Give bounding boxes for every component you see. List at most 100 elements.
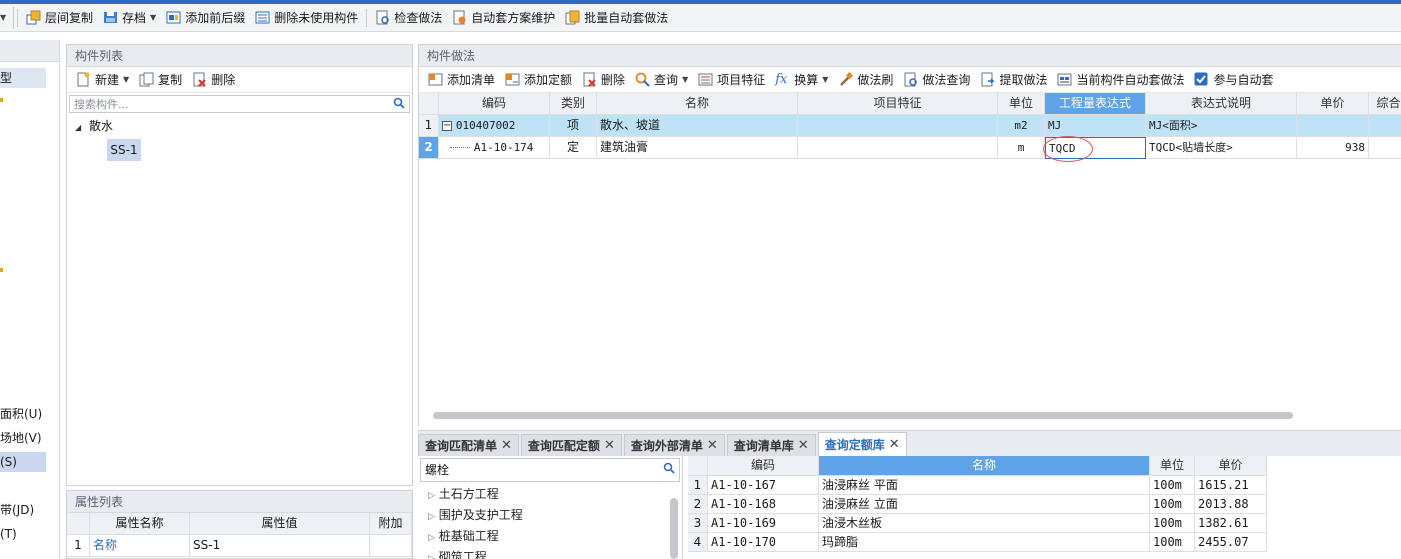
- left-nav-item[interactable]: 面积(U): [0, 404, 42, 424]
- quota-tree-node[interactable]: ▷ 砌筑工程: [428, 547, 523, 559]
- row-feature[interactable]: [798, 115, 998, 137]
- archive-label: 存档: [122, 11, 147, 25]
- close-icon[interactable]: ✕: [604, 435, 615, 457]
- toolbar-dropdown[interactable]: ▼: [0, 6, 14, 29]
- component-search-input[interactable]: 搜索构件...: [69, 95, 410, 113]
- close-icon[interactable]: ✕: [501, 435, 512, 457]
- tree-node-sanshui[interactable]: ◢ 散水: [67, 115, 412, 137]
- query-button[interactable]: 查询 ▼: [630, 69, 693, 91]
- left-nav-item[interactable]: (T): [0, 524, 17, 544]
- tab-query-quota-library[interactable]: 查询定额库 ✕: [817, 432, 907, 456]
- check-method-button[interactable]: 检查做法: [370, 7, 447, 29]
- method-query-button[interactable]: 做法查询: [898, 69, 975, 91]
- batch-auto-button[interactable]: 批量自动套做法: [560, 7, 673, 29]
- attribute-row-num: 1: [67, 535, 90, 557]
- close-icon[interactable]: ✕: [798, 435, 809, 457]
- tab-query-external-list[interactable]: 查询外部清单 ✕: [623, 434, 725, 457]
- method-row[interactable]: 1 − 010407002 项 散水、坡道 m2 MJ MJ<面积>: [419, 115, 1401, 137]
- row-code-cell[interactable]: A1-10-174: [439, 137, 550, 159]
- bullet-icon: [0, 268, 3, 272]
- chevron-right-icon[interactable]: ▷: [428, 554, 435, 559]
- attribute-row[interactable]: 1 名称 SS-1: [67, 535, 412, 557]
- add-quota-button[interactable]: 添加定额: [500, 69, 577, 91]
- join-auto-checkbox[interactable]: 参与自动套: [1189, 69, 1278, 91]
- close-icon[interactable]: ✕: [889, 434, 900, 456]
- auto-scheme-button[interactable]: 自动套方案维护: [447, 7, 560, 29]
- tree-node-label: SS-1: [110, 143, 138, 157]
- chevron-right-icon[interactable]: ▷: [428, 491, 435, 501]
- row-expression-desc: TQCD<贴墙长度>: [1146, 137, 1297, 159]
- close-icon[interactable]: ✕: [707, 435, 718, 457]
- left-nav-item[interactable]: 场地(V): [0, 428, 42, 448]
- add-prefix-suffix-button[interactable]: 添加前后缀: [161, 7, 250, 29]
- quota-row-num: 3: [688, 514, 708, 533]
- quota-tree-node[interactable]: ▷ 围护及支护工程: [428, 505, 523, 526]
- check-method-icon: [375, 10, 390, 25]
- chevron-right-icon[interactable]: ▷: [428, 533, 435, 543]
- chevron-right-icon[interactable]: ▷: [428, 512, 435, 522]
- collapse-toggle-icon[interactable]: −: [442, 120, 452, 131]
- quota-grid-header: 编码 名称 单位 单价: [688, 456, 1268, 478]
- tree-node-ss1[interactable]: SS-1: [107, 139, 141, 161]
- add-list-button[interactable]: 添加清单: [423, 69, 500, 91]
- component-list-panel: 构件列表 新建 ▼ 复制 删除 搜索构件... ◢ 散水 SS-1: [66, 44, 413, 486]
- method-brush-button[interactable]: 做法刷: [833, 69, 898, 91]
- auto-method-current-button[interactable]: 当前构件自动套做法: [1052, 69, 1189, 91]
- vertical-scrollbar[interactable]: [670, 498, 678, 559]
- copy-component-button[interactable]: 复制: [134, 69, 187, 91]
- attribute-value[interactable]: SS-1: [190, 535, 370, 557]
- row-name[interactable]: 建筑油膏: [597, 137, 798, 159]
- tab-query-list-library[interactable]: 查询清单库 ✕: [726, 434, 816, 457]
- row-expression[interactable]: MJ: [1045, 115, 1146, 137]
- header-type: 类别: [550, 93, 597, 115]
- quota-search-input[interactable]: 螺栓: [420, 458, 680, 482]
- attribute-extra-checkbox[interactable]: [370, 535, 412, 557]
- floor-copy-button[interactable]: 层间复制: [21, 7, 98, 29]
- row-feature[interactable]: [798, 137, 998, 159]
- chevron-down-icon: ▼: [150, 13, 157, 22]
- header-code: 编码: [439, 93, 550, 115]
- archive-button[interactable]: 存档 ▼: [98, 7, 161, 29]
- method-row[interactable]: 2 A1-10-174 定 建筑油膏 m TQCD TQCD<贴墙长度> 938: [419, 137, 1401, 159]
- quota-tree-node[interactable]: ▷ 土石方工程: [428, 484, 523, 505]
- tab-label: 查询外部清单: [630, 438, 703, 453]
- convert-button[interactable]: fx 换算 ▼: [770, 69, 833, 91]
- attribute-name-link[interactable]: 名称: [90, 535, 190, 557]
- tree-collapse-icon[interactable]: ◢: [75, 123, 81, 132]
- item-feature-button[interactable]: 项目特征: [693, 69, 770, 91]
- quota-header-name[interactable]: 名称: [819, 456, 1150, 476]
- row-code-cell[interactable]: − 010407002: [439, 115, 550, 137]
- row-name[interactable]: 散水、坡道: [597, 115, 798, 137]
- checkbox-checked-icon[interactable]: [1194, 72, 1209, 87]
- search-icon[interactable]: [393, 97, 405, 112]
- convert-label: 换算: [794, 73, 819, 87]
- delete-row-button[interactable]: 删除: [577, 69, 630, 91]
- quota-row-num: 1: [688, 476, 708, 495]
- left-nav-item[interactable]: 型: [0, 68, 46, 88]
- tab-query-match-list[interactable]: 查询匹配清单 ✕: [418, 434, 519, 456]
- header-expression[interactable]: 工程量表达式: [1045, 93, 1146, 115]
- delete-icon: [192, 72, 207, 87]
- left-nav-item[interactable]: (S): [0, 452, 46, 472]
- floor-copy-label: 层间复制: [45, 11, 94, 25]
- method-toolbar: 添加清单 添加定额 删除 查询 ▼ 项目特征 fx 换算 ▼ 做法刷 做法查询 …: [419, 67, 1401, 93]
- extract-method-button[interactable]: 提取做法: [975, 69, 1052, 91]
- tab-query-match-quota[interactable]: 查询匹配定额 ✕: [520, 434, 622, 457]
- quota-row-name: 油浸麻丝 平面: [819, 476, 1150, 495]
- auto-method-icon: [1057, 72, 1072, 87]
- left-nav-item-label: 场地(V): [0, 431, 42, 445]
- quota-row[interactable]: 4 A1-10-170 玛蹄脂 100m 2455.07: [688, 533, 1268, 555]
- row-code: A1-10-174: [473, 141, 534, 154]
- horizontal-scrollbar[interactable]: [433, 412, 1293, 419]
- delete-component-button[interactable]: 删除: [187, 69, 240, 91]
- delete-unused-button[interactable]: 删除未使用构件: [250, 7, 363, 29]
- new-component-button[interactable]: 新建 ▼: [71, 69, 134, 91]
- search-icon[interactable]: [663, 459, 675, 481]
- header-feature: 项目特征: [798, 93, 998, 115]
- quota-tree-node[interactable]: ▷ 桩基础工程: [428, 526, 523, 547]
- quota-header-price: 单价: [1195, 456, 1267, 476]
- delete-unused-icon: [255, 10, 270, 25]
- left-nav-item[interactable]: 带(JD): [0, 500, 34, 520]
- delete-icon: [582, 72, 597, 87]
- attribute-header-name: 属性名称: [90, 513, 190, 535]
